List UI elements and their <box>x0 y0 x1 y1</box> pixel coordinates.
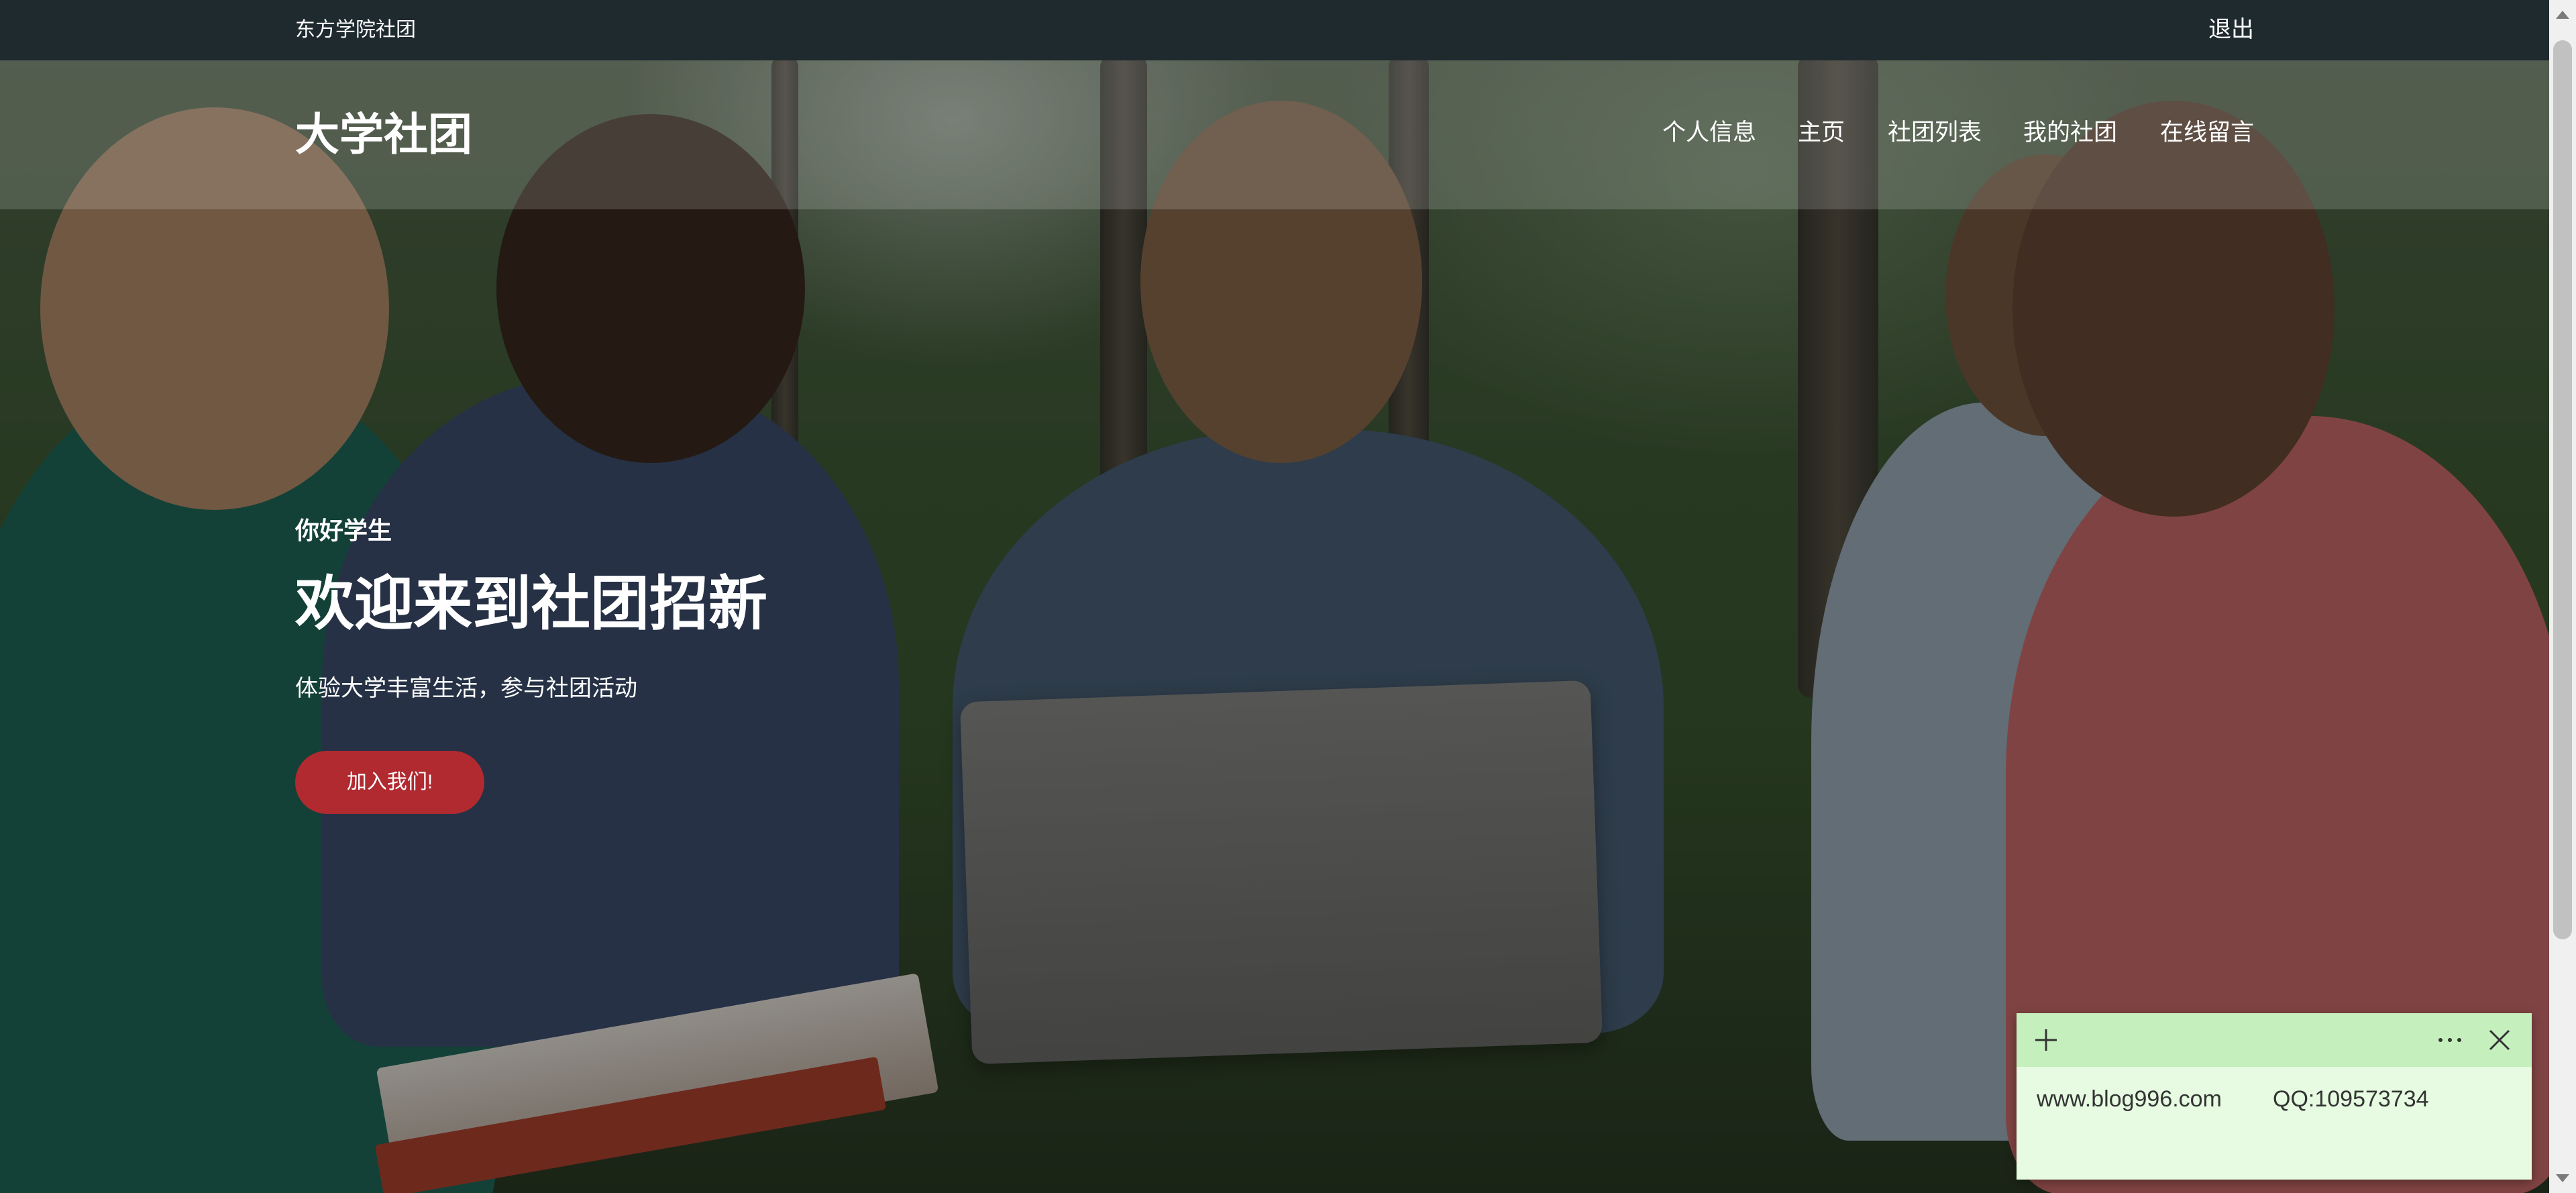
hero-title: 欢迎来到社团招新 <box>295 570 768 637</box>
join-us-button[interactable]: 加入我们! <box>295 751 484 814</box>
more-dots-icon[interactable] <box>2431 1024 2469 1056</box>
top-bar: 东方学院社团 退出 <box>0 0 2576 60</box>
nav-item-my-clubs[interactable]: 我的社团 <box>2023 118 2117 148</box>
scrollbar-thumb[interactable] <box>2553 40 2572 939</box>
sticky-note-toolbar <box>2017 1013 2532 1067</box>
hero-greeting: 你好学生 <box>295 517 392 544</box>
sticky-note-url: www.blog996.com <box>2037 1086 2222 1112</box>
logout-link[interactable]: 退出 <box>2208 16 2254 43</box>
main-header: 大学社团 个人信息 主页 社团列表 我的社团 在线留言 <box>0 60 2549 209</box>
sticky-note: www.blog996.com QQ:109573734 <box>2017 1013 2532 1180</box>
nav-item-profile[interactable]: 个人信息 <box>1662 118 1756 148</box>
sticky-note-qq: QQ:109573734 <box>2273 1086 2429 1112</box>
close-icon[interactable] <box>2483 1024 2516 1056</box>
vertical-scrollbar[interactable] <box>2549 0 2576 1193</box>
nav-item-club-list[interactable]: 社团列表 <box>1888 118 1982 148</box>
page: 东方学院社团 退出 大学社团 个人信息 主页 社团列表 我的社团 在线留言 你好… <box>0 0 2576 1193</box>
hero-subtitle: 体验大学丰富生活，参与社团活动 <box>295 676 637 701</box>
scroll-up-arrow-icon[interactable] <box>2556 11 2569 19</box>
site-name: 东方学院社团 <box>295 19 416 41</box>
nav-item-message-board[interactable]: 在线留言 <box>2160 118 2254 148</box>
plus-icon[interactable] <box>2030 1024 2062 1056</box>
scroll-down-arrow-icon[interactable] <box>2556 1174 2569 1182</box>
brand-logo-text[interactable]: 大学社团 <box>295 107 472 161</box>
nav-item-home[interactable]: 主页 <box>1798 118 1845 148</box>
